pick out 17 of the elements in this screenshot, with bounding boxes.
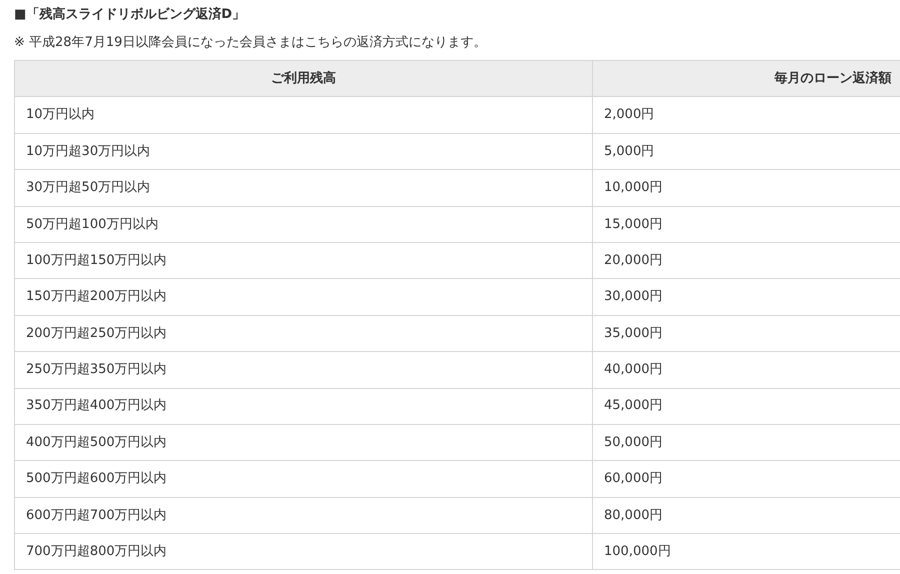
table-cell: 350万円超400万円以内 (14, 388, 592, 424)
section-heading: ■「残高スライドリボルビング返済D」 (14, 6, 246, 24)
table-cell: 700万円超800万円以内 (14, 534, 592, 570)
table-cell: 10万円超30万円以内 (14, 133, 592, 170)
note-text: ※ 平成28年7月19日以降会員になった会員さまはこちらの返済方式になります。 (14, 34, 488, 52)
table-cell: 200万円超250万円以内 (14, 315, 592, 352)
table-cell: 30万円超50万円以内 (14, 170, 592, 206)
table-cell: 10万円以内 (14, 96, 592, 134)
column-header: 毎月のローン返済額 (592, 60, 900, 97)
table-cell: 500万円超600万円以内 (14, 460, 592, 498)
table-cell: 600万円超700万円以内 (14, 497, 592, 534)
table-cell: 250万円超350万円以内 (14, 352, 592, 388)
column-header: ご利用残高 (14, 60, 592, 97)
table-cell: 150万円超200万円以内 (14, 278, 592, 316)
table-cell: 50万円超100万円以内 (14, 206, 592, 242)
table-cell: 100万円超150万円以内 (14, 242, 592, 279)
table-cell: 400万円超500万円以内 (14, 424, 592, 461)
